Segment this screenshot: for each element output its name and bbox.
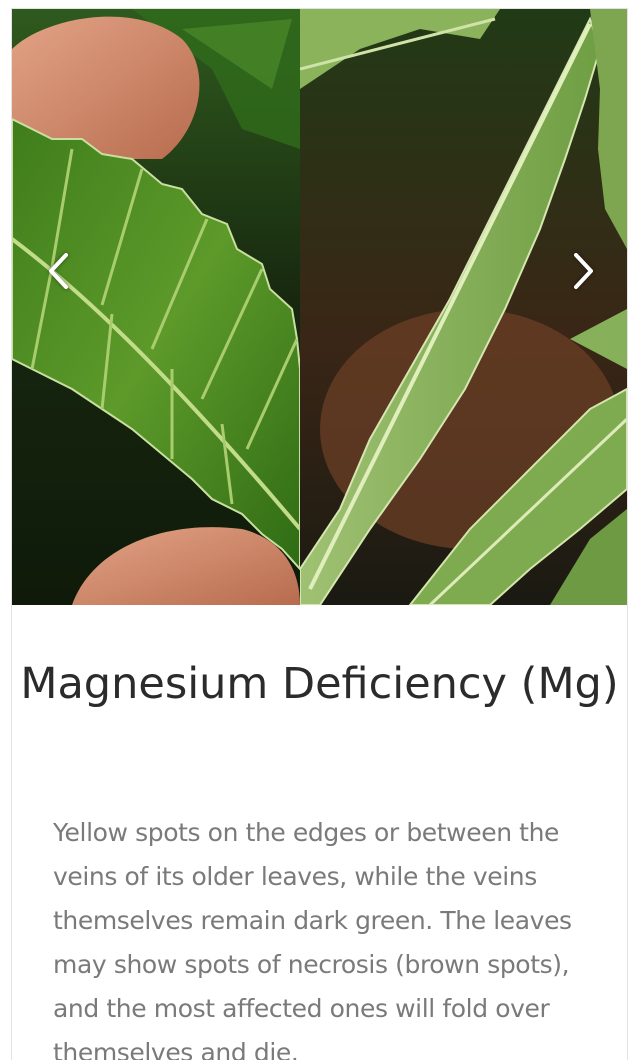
right-leaf-photo xyxy=(300,9,627,605)
carousel-next-button[interactable] xyxy=(562,245,606,301)
image-carousel[interactable] xyxy=(12,9,627,605)
article-title: Magnesium Deficiency (Mg) xyxy=(20,659,619,709)
left-leaf-photo xyxy=(12,9,300,605)
article-description: Yellow spots on the edges or between the… xyxy=(53,818,572,1060)
chevron-left-icon xyxy=(47,252,69,295)
carousel-prev-button[interactable] xyxy=(36,245,80,301)
article-card: Magnesium Deficiency (Mg) Yellow spots o… xyxy=(11,8,628,1060)
page: Magnesium Deficiency (Mg) Yellow spots o… xyxy=(0,0,640,1060)
chevron-right-icon xyxy=(573,252,595,295)
